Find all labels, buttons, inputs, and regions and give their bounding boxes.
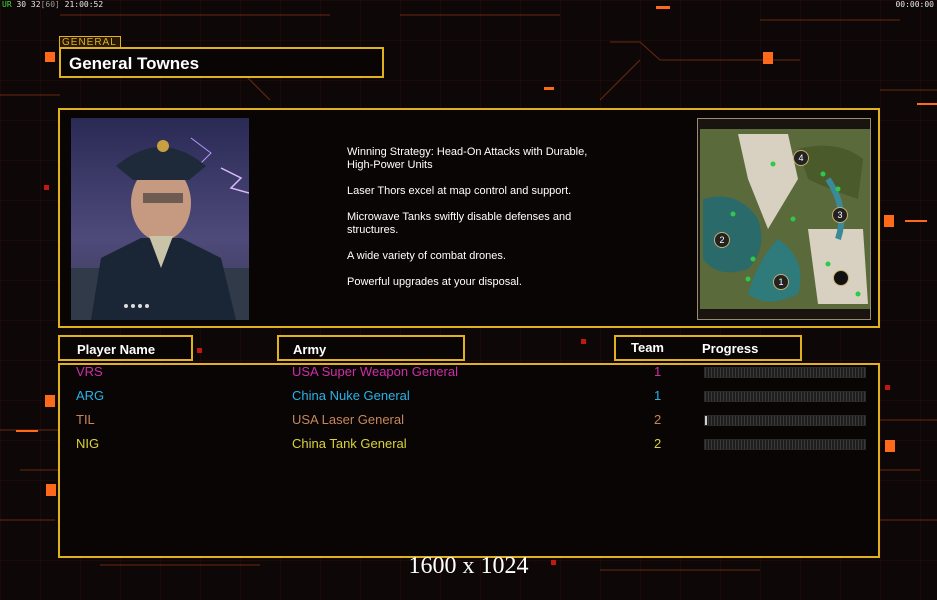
player-row: TIL USA Laser General 2 <box>0 412 937 436</box>
player-name: TIL <box>76 412 95 427</box>
map-start-1: 1 <box>773 274 789 290</box>
progress-header-label: Progress <box>702 341 759 356</box>
player-team: 1 <box>654 388 662 403</box>
progress-bar <box>704 415 866 426</box>
strategy-line: Powerful upgrades at your disposal. <box>347 276 522 288</box>
progress-bar <box>704 439 866 450</box>
strategy-line: A wide variety of combat drones. <box>347 250 506 262</box>
strategy-line: Microwave Tanks swiftly disable defenses… <box>347 211 572 236</box>
player-team: 2 <box>654 412 662 427</box>
hud-fps-clock: UR 30 32[60] 21:00:52 <box>2 0 103 10</box>
player-team: 2 <box>654 436 662 451</box>
army-header: Army <box>277 335 465 361</box>
player-army: China Nuke General <box>292 388 410 403</box>
player-row: NIG China Tank General 2 <box>0 436 937 460</box>
strategy-line: Winning Strategy: Head-On Attacks with D… <box>347 146 588 171</box>
hud-bracket: [60] <box>40 0 60 9</box>
map-preview: 4 3 2 1 <box>697 118 871 320</box>
player-army: China Tank General <box>292 436 407 451</box>
player-name-header-label: Player Name <box>77 342 156 357</box>
player-team: 1 <box>654 364 662 379</box>
player-army: USA Laser General <box>292 412 405 427</box>
general-portrait <box>71 118 249 320</box>
team-progress-header: Team Progress <box>614 335 802 361</box>
player-row: VRS USA Super Weapon General 1 <box>0 364 937 388</box>
hud-values: 30 32 <box>16 0 41 9</box>
army-header-label: Army <box>293 342 327 357</box>
map-start-4: 4 <box>793 150 809 166</box>
general-title-box: General Townes <box>59 47 384 78</box>
map-start-3: 3 <box>832 207 848 223</box>
player-name: NIG <box>76 436 100 451</box>
hud-prefix: UR <box>2 0 12 9</box>
map-start-2: 2 <box>714 232 730 248</box>
player-name: VRS <box>76 364 103 379</box>
general-name: General Townes <box>69 54 200 73</box>
team-header-label: Team <box>631 340 664 355</box>
player-row: ARG China Nuke General 1 <box>0 388 937 412</box>
strategy-description: Winning Strategy: Head-On Attacks with D… <box>347 146 627 302</box>
resolution-label: 1600 x 1024 <box>408 553 529 579</box>
map-start-empty <box>833 270 849 286</box>
progress-bar <box>704 391 866 402</box>
hud-right-clock: 00:00:00 <box>895 0 934 9</box>
progress-bar <box>704 367 866 378</box>
progress-bar-fill <box>705 416 707 425</box>
player-name: ARG <box>76 388 105 403</box>
player-army: USA Super Weapon General <box>292 364 458 379</box>
strategy-line: Laser Thors excel at map control and sup… <box>347 185 572 197</box>
player-name-header: Player Name <box>58 335 193 361</box>
hud-time: 21:00:52 <box>64 0 104 9</box>
